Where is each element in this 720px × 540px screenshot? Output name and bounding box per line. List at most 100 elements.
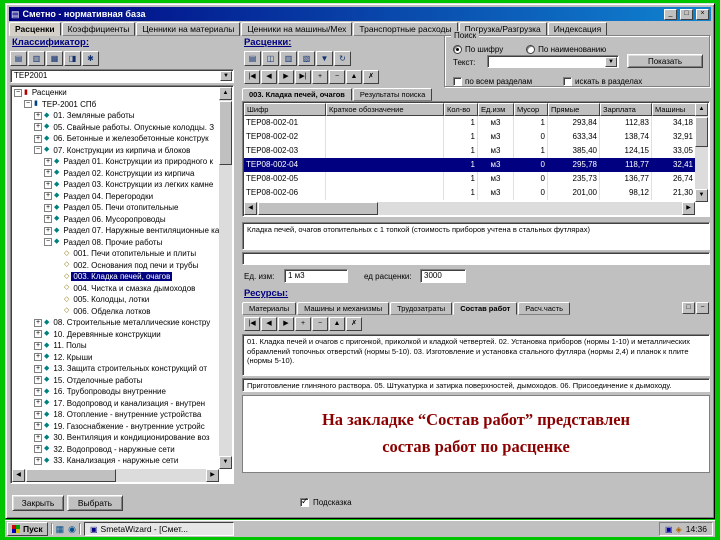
first-record-icon[interactable]: |◀ [244,317,260,331]
tree-item[interactable]: + ◆ 30. Вентиляция и кондиционирование воз [12,432,219,444]
tree-item[interactable]: ◇ 004. Чистка и смазка дымоходов [12,283,219,295]
collapse-icon[interactable]: − [24,100,32,109]
search-by-name-radio[interactable] [526,45,536,55]
resources-tab-5[interactable]: Расч.часть [518,302,571,315]
tree-item[interactable]: + ◆ 17. Водопровод и канализация - внутрен [12,398,219,410]
tree-item[interactable]: − ▮ ТЕР-2001 СПб [12,99,219,111]
unit-value-field[interactable]: 1 м3 [284,269,348,283]
resources-tab-2[interactable]: Машины и механизмы [297,302,390,315]
chevron-down-icon[interactable]: ▼ [605,57,617,67]
tree-item[interactable]: ◇ 002. Основания под печи и трубы [12,260,219,272]
export-icon[interactable]: ▧ [298,51,315,66]
expand-icon[interactable]: + [34,376,42,385]
next-record-icon[interactable]: ▶ [278,317,294,331]
resources-tab-3[interactable]: Трудозатраты [390,302,453,315]
insert-record-icon[interactable]: + [295,317,311,331]
close-button[interactable]: × [696,8,709,20]
tree-item[interactable]: + ◆ 13. Защита строительных конструкций от [12,363,219,375]
search-text-input[interactable]: ▼ [487,55,619,68]
table-row[interactable]: ТЕР08-002-02 1 м3 0 633,34 138,74 32,91 [244,130,695,144]
column-header-3[interactable]: Кол-во [444,103,478,116]
scroll-up-icon[interactable]: ▲ [219,87,232,100]
expand-icon[interactable]: + [34,123,42,132]
table-row[interactable]: ТЕР08-002-01 1 м3 1 293,84 112,83 34,18 [244,116,695,130]
start-button[interactable]: Пуск [7,522,48,536]
tree-item[interactable]: + ◆ Раздел 03. Конструкции из легких камне [12,179,219,191]
settings-icon[interactable]: ✱ [82,51,99,66]
delete-record-icon[interactable]: − [312,317,328,331]
expand-icon[interactable]: + [34,410,42,419]
table-vertical-scrollbar[interactable]: ▲ ▼ [695,103,708,202]
filter-icon[interactable]: ▼ [316,51,333,66]
expand-icon[interactable]: + [44,157,52,166]
copy-icon[interactable]: ◨ [64,51,81,66]
expand-icon[interactable]: + [34,318,42,327]
column-header-1[interactable]: Шифр [244,103,326,116]
scroll-right-icon[interactable]: ▶ [682,202,695,215]
column-header-8[interactable]: Машины [652,103,695,116]
insert-record-icon[interactable]: + [312,70,328,84]
scroll-thumb[interactable] [695,117,708,147]
search-show-button[interactable]: Показать [627,54,703,68]
levels-icon[interactable]: ▤ [10,51,27,66]
collapse-resources-button[interactable]: − [696,302,709,314]
chevron-down-icon[interactable]: ▼ [220,71,232,81]
expand-icon[interactable]: + [44,180,52,189]
maximize-resources-button[interactable]: □ [682,302,695,314]
expand-icon[interactable]: + [34,387,42,396]
tree-item[interactable]: + ◆ 16. Трубопроводы внутренние [12,386,219,398]
nav-tab-1[interactable]: Расценки [9,22,61,36]
edit-record-icon[interactable]: ▲ [346,70,362,84]
tree-item[interactable]: + ◆ 18. Отопление - внутренние устройства [12,409,219,421]
maximize-button[interactable]: □ [680,8,693,20]
expand-icon[interactable]: + [44,226,52,235]
scroll-down-icon[interactable]: ▼ [695,189,708,202]
browser-icon[interactable]: ◉ [68,522,76,536]
cancel-record-icon[interactable]: ✗ [346,317,362,331]
column-header-4[interactable]: Ед.изм [478,103,514,116]
preview-icon[interactable]: ◫ [262,51,279,66]
tree-item[interactable]: + ◆ 15. Отделочные работы [12,375,219,387]
show-desktop-icon[interactable]: ▦ [56,522,65,536]
delete-record-icon[interactable]: − [329,70,345,84]
prev-record-icon[interactable]: ◀ [261,317,277,331]
column-header-5[interactable]: Мусор [514,103,548,116]
nav-tab-7[interactable]: Индексация [547,22,608,36]
collapse-all-icon[interactable]: ▦ [46,51,63,66]
tree-item[interactable]: ◇ 003. Кладка печей, очагов [12,271,219,283]
expand-icon[interactable]: + [34,134,42,143]
tree-item[interactable]: + ◆ Раздел 05. Печи отопительные [12,202,219,214]
tree-item[interactable]: ◇ 006. Обделка лотков [12,306,219,318]
table-row[interactable]: ТЕР08-002-04 1 м3 0 295,78 118,77 32,41 [244,158,695,172]
first-record-icon[interactable]: |◀ [244,70,260,84]
expand-icon[interactable]: + [44,169,52,178]
tree-item[interactable]: + ◆ 12. Крыши [12,352,219,364]
tree-item[interactable]: + ◆ Раздел 07. Наружные вентиляционные кан [12,225,219,237]
select-button[interactable]: Выбрать [67,495,123,511]
tree-item[interactable]: + ◆ 10. Деревянные конструкции [12,329,219,341]
expand-icon[interactable]: + [34,433,42,442]
table-row[interactable]: ТЕР08-002-06 1 м3 0 201,00 98,12 21,30 [244,186,695,200]
refresh-icon[interactable]: ↻ [334,51,351,66]
tree-item[interactable]: + ◆ 05. Свайные работы. Опускные колодцы. … [12,122,219,134]
scroll-right-icon[interactable]: ▶ [206,469,219,482]
all-sections-checkbox[interactable] [453,77,462,87]
classifier-combo[interactable]: ТЕР2001 ▼ [10,69,234,83]
table-row[interactable]: ТЕР08-002-05 1 м3 0 235,73 136,77 26,74 [244,172,695,186]
clock[interactable]: 14:36 [686,524,707,534]
scroll-thumb[interactable] [26,469,116,482]
expand-icon[interactable]: + [34,341,42,350]
tree-item[interactable]: ◇ 005. Колодцы, лотки [12,294,219,306]
hint-checkbox[interactable] [300,497,309,507]
collapse-icon[interactable]: − [34,146,42,155]
cancel-record-icon[interactable]: ✗ [363,70,379,84]
tree-item[interactable]: + ◆ 32. Водопровод - наружные сети [12,444,219,456]
scroll-up-icon[interactable]: ▲ [695,103,708,116]
edit-record-icon[interactable]: ▲ [329,317,345,331]
tree-item[interactable]: + ◆ Раздел 01. Конструкции из природного к [12,156,219,168]
tree-item[interactable]: + ◆ 06. Бетонные и железобетонные конструк [12,133,219,145]
collapse-icon[interactable]: − [44,238,52,247]
nav-tab-4[interactable]: Ценники на машины/Мех [241,22,353,36]
column-header-6[interactable]: Прямые [548,103,600,116]
resources-tab-4[interactable]: Состав работ [453,302,518,315]
